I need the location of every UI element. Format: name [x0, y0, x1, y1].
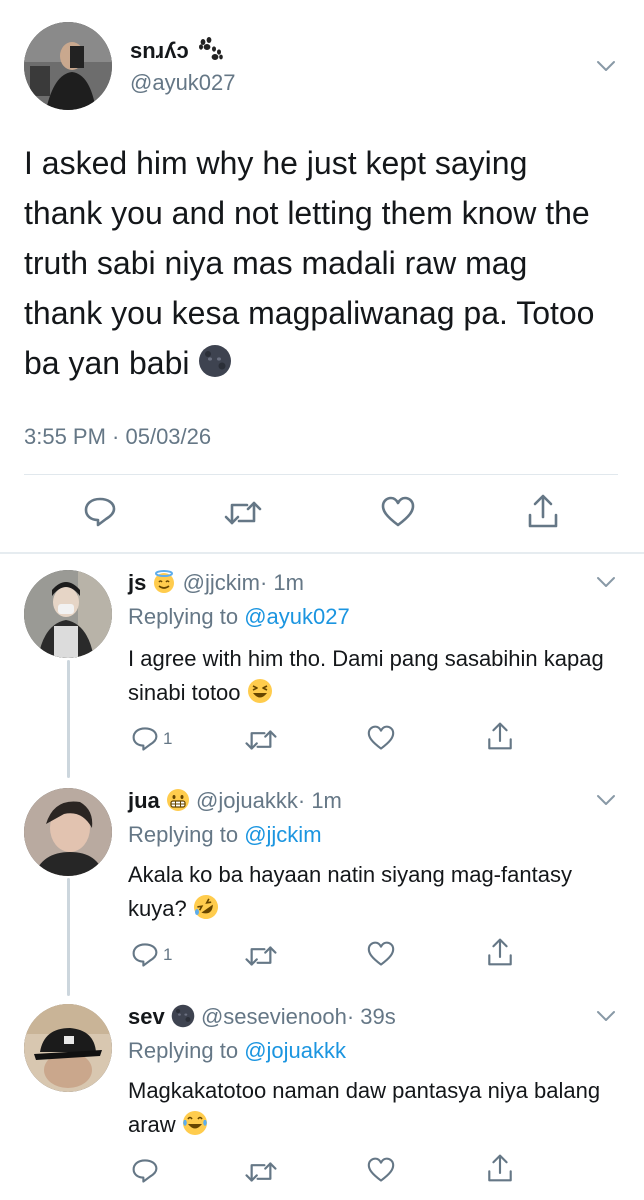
chevron-down-icon[interactable] [596, 1010, 616, 1022]
reply-header: js @jjckim· 1m [128, 570, 304, 596]
paw-prints-icon [195, 36, 223, 62]
like-button[interactable] [367, 725, 395, 751]
retweet-button[interactable] [223, 498, 263, 528]
thread-line [67, 660, 70, 778]
reply-count: 1 [163, 945, 173, 964]
replying-to-link[interactable]: @ayuk027 [244, 604, 350, 629]
chevron-down-icon[interactable] [596, 576, 616, 588]
reply-header: jua @jojuakkk· 1m [128, 788, 342, 814]
chevron-down-icon[interactable] [596, 794, 616, 806]
reply-header: sev @sesevienooh· 39s [128, 1004, 396, 1030]
author-name[interactable]: snɹʎɔ [130, 36, 223, 64]
share-button[interactable] [526, 493, 560, 529]
reply-handle[interactable]: @jojuakkk [196, 788, 298, 813]
reply-handle[interactable]: @jjckim [183, 570, 260, 595]
reply-button[interactable] [83, 496, 117, 528]
face-with-tears-of-joy-icon [182, 1110, 208, 1136]
avatar[interactable] [24, 22, 112, 110]
new-moon-face-icon [171, 1004, 195, 1028]
avatar[interactable] [24, 788, 112, 876]
smiling-face-with-halo-icon [152, 570, 176, 594]
tweet-body: I asked him why he just kept saying than… [24, 145, 595, 381]
retweet-button[interactable] [244, 1159, 278, 1185]
replying-to: Replying to @ayuk027 [128, 604, 350, 630]
display-name[interactable]: jua [128, 788, 160, 813]
author-handle[interactable]: @ayuk027 [130, 70, 236, 96]
display-name: snɹʎɔ [130, 38, 189, 63]
reply-handle[interactable]: @sesevienooh [201, 1004, 347, 1029]
timestamp[interactable]: 3:55 PM · 05/03/26 [24, 424, 211, 450]
tweet-text: I asked him why he just kept saying than… [24, 138, 604, 388]
replying-to: Replying to @jjckim [128, 822, 322, 848]
share-button[interactable] [486, 1153, 514, 1183]
avatar[interactable] [24, 1004, 112, 1092]
divider [24, 474, 618, 475]
reply-button[interactable]: 1 [131, 942, 172, 968]
thread-line [67, 878, 70, 996]
replying-to-label: Replying to [128, 1038, 239, 1063]
avatar[interactable] [24, 570, 112, 658]
like-button[interactable] [367, 1157, 395, 1183]
grimacing-face-icon [166, 788, 190, 812]
reply-button[interactable]: 1 [131, 726, 172, 752]
rolling-on-floor-laughing-icon [193, 894, 219, 920]
chevron-down-icon[interactable] [596, 60, 616, 72]
share-button[interactable] [486, 937, 514, 967]
reply-body: I agree with him tho. Dami pang sasabihi… [128, 646, 604, 705]
reply-button[interactable] [131, 1158, 159, 1184]
reply-text: I agree with him tho. Dami pang sasabihi… [128, 642, 628, 710]
section-divider [0, 552, 644, 554]
reply-time[interactable]: · 1m [298, 788, 342, 813]
new-moon-face-icon [198, 344, 232, 378]
laughing-squinting-face-icon [247, 678, 273, 704]
reply-text: Akala ko ba hayaan natin siyang mag-fant… [128, 858, 598, 926]
reply-count: 1 [163, 729, 173, 748]
retweet-button[interactable] [244, 727, 278, 753]
display-name[interactable]: sev [128, 1004, 165, 1029]
replying-to-label: Replying to [128, 822, 239, 847]
reply-time[interactable]: · 39s [347, 1004, 396, 1029]
replying-to: Replying to @jojuakkk [128, 1038, 346, 1064]
retweet-button[interactable] [244, 943, 278, 969]
reply-text: Magkakatotoo naman daw pantasya niya bal… [128, 1074, 628, 1142]
share-button[interactable] [486, 721, 514, 751]
replying-to-label: Replying to [128, 604, 239, 629]
reply-time[interactable]: · 1m [260, 570, 304, 595]
like-button[interactable] [367, 941, 395, 967]
replying-to-link[interactable]: @jjckim [244, 822, 321, 847]
like-button[interactable] [381, 496, 415, 528]
replying-to-link[interactable]: @jojuakkk [244, 1038, 346, 1063]
display-name[interactable]: js [128, 570, 146, 595]
